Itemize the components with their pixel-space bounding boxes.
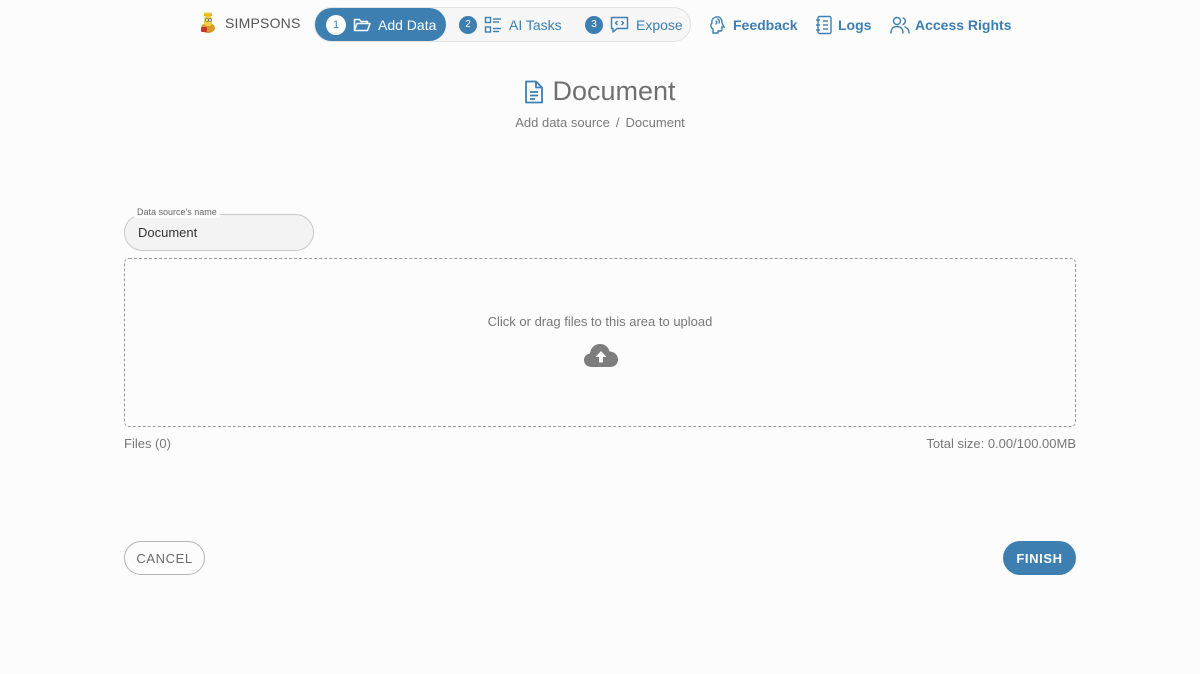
cloud-upload-icon xyxy=(584,344,618,367)
top-navigation-bar: SIMPSONS 1 Add Data 2 AI Tasks 3 Expose … xyxy=(0,0,1200,50)
breadcrumb-item: Document xyxy=(625,114,685,130)
breadcrumb: Add data source / Document xyxy=(0,115,1200,130)
notebook-icon xyxy=(816,15,832,35)
task-list-icon xyxy=(484,16,501,33)
datasource-name-label: Data source's name xyxy=(134,206,220,218)
page-header: Document Add data source / Document xyxy=(0,76,1200,130)
breadcrumb-separator: / xyxy=(615,114,620,130)
step-number: 3 xyxy=(585,15,603,34)
breadcrumb-item[interactable]: Add data source xyxy=(515,115,610,130)
page-title: Document xyxy=(524,76,676,107)
step-label: AI Tasks xyxy=(509,16,562,33)
finish-button[interactable]: FINISH xyxy=(1003,541,1076,575)
datasource-name-field: Data source's name xyxy=(124,206,314,251)
document-icon xyxy=(525,80,544,103)
code-bubble-icon xyxy=(610,16,629,33)
brain-icon xyxy=(710,16,726,34)
cancel-button[interactable]: CANCEL xyxy=(124,541,205,575)
nav-label: Access Rights xyxy=(915,17,1012,33)
nav-access-rights[interactable]: Access Rights xyxy=(890,14,1011,36)
brand[interactable]: SIMPSONS xyxy=(197,11,301,35)
step-number: 1 xyxy=(326,14,346,35)
step-number: 2 xyxy=(459,15,477,34)
step-ai-tasks[interactable]: 2 AI Tasks xyxy=(459,8,562,41)
folder-open-icon xyxy=(353,18,371,31)
datasource-name-input[interactable] xyxy=(125,215,313,250)
total-size: Total size: 0.00/100.00MB xyxy=(926,436,1076,451)
nav-logs[interactable]: Logs xyxy=(815,14,871,36)
files-count: Files (0) xyxy=(124,436,171,451)
step-label: Add Data xyxy=(378,16,437,33)
nav-label: Logs xyxy=(838,17,872,33)
step-expose[interactable]: 3 Expose xyxy=(585,8,683,41)
step-label: Expose xyxy=(636,16,683,33)
simpsons-character-logo xyxy=(201,12,215,33)
brand-name: SIMPSONS xyxy=(225,15,301,31)
nav-feedback[interactable]: Feedback xyxy=(709,14,798,36)
users-icon xyxy=(890,16,910,34)
page-title-text: Document xyxy=(552,76,676,106)
step-add-data[interactable]: 1 Add Data xyxy=(315,8,446,41)
file-upload-dropzone[interactable]: Click or drag files to this area to uplo… xyxy=(124,258,1076,427)
nav-label: Feedback xyxy=(733,17,798,33)
workflow-stepper: 1 Add Data 2 AI Tasks 3 Expose xyxy=(314,7,691,42)
upload-prompt: Click or drag files to this area to uplo… xyxy=(487,314,713,329)
